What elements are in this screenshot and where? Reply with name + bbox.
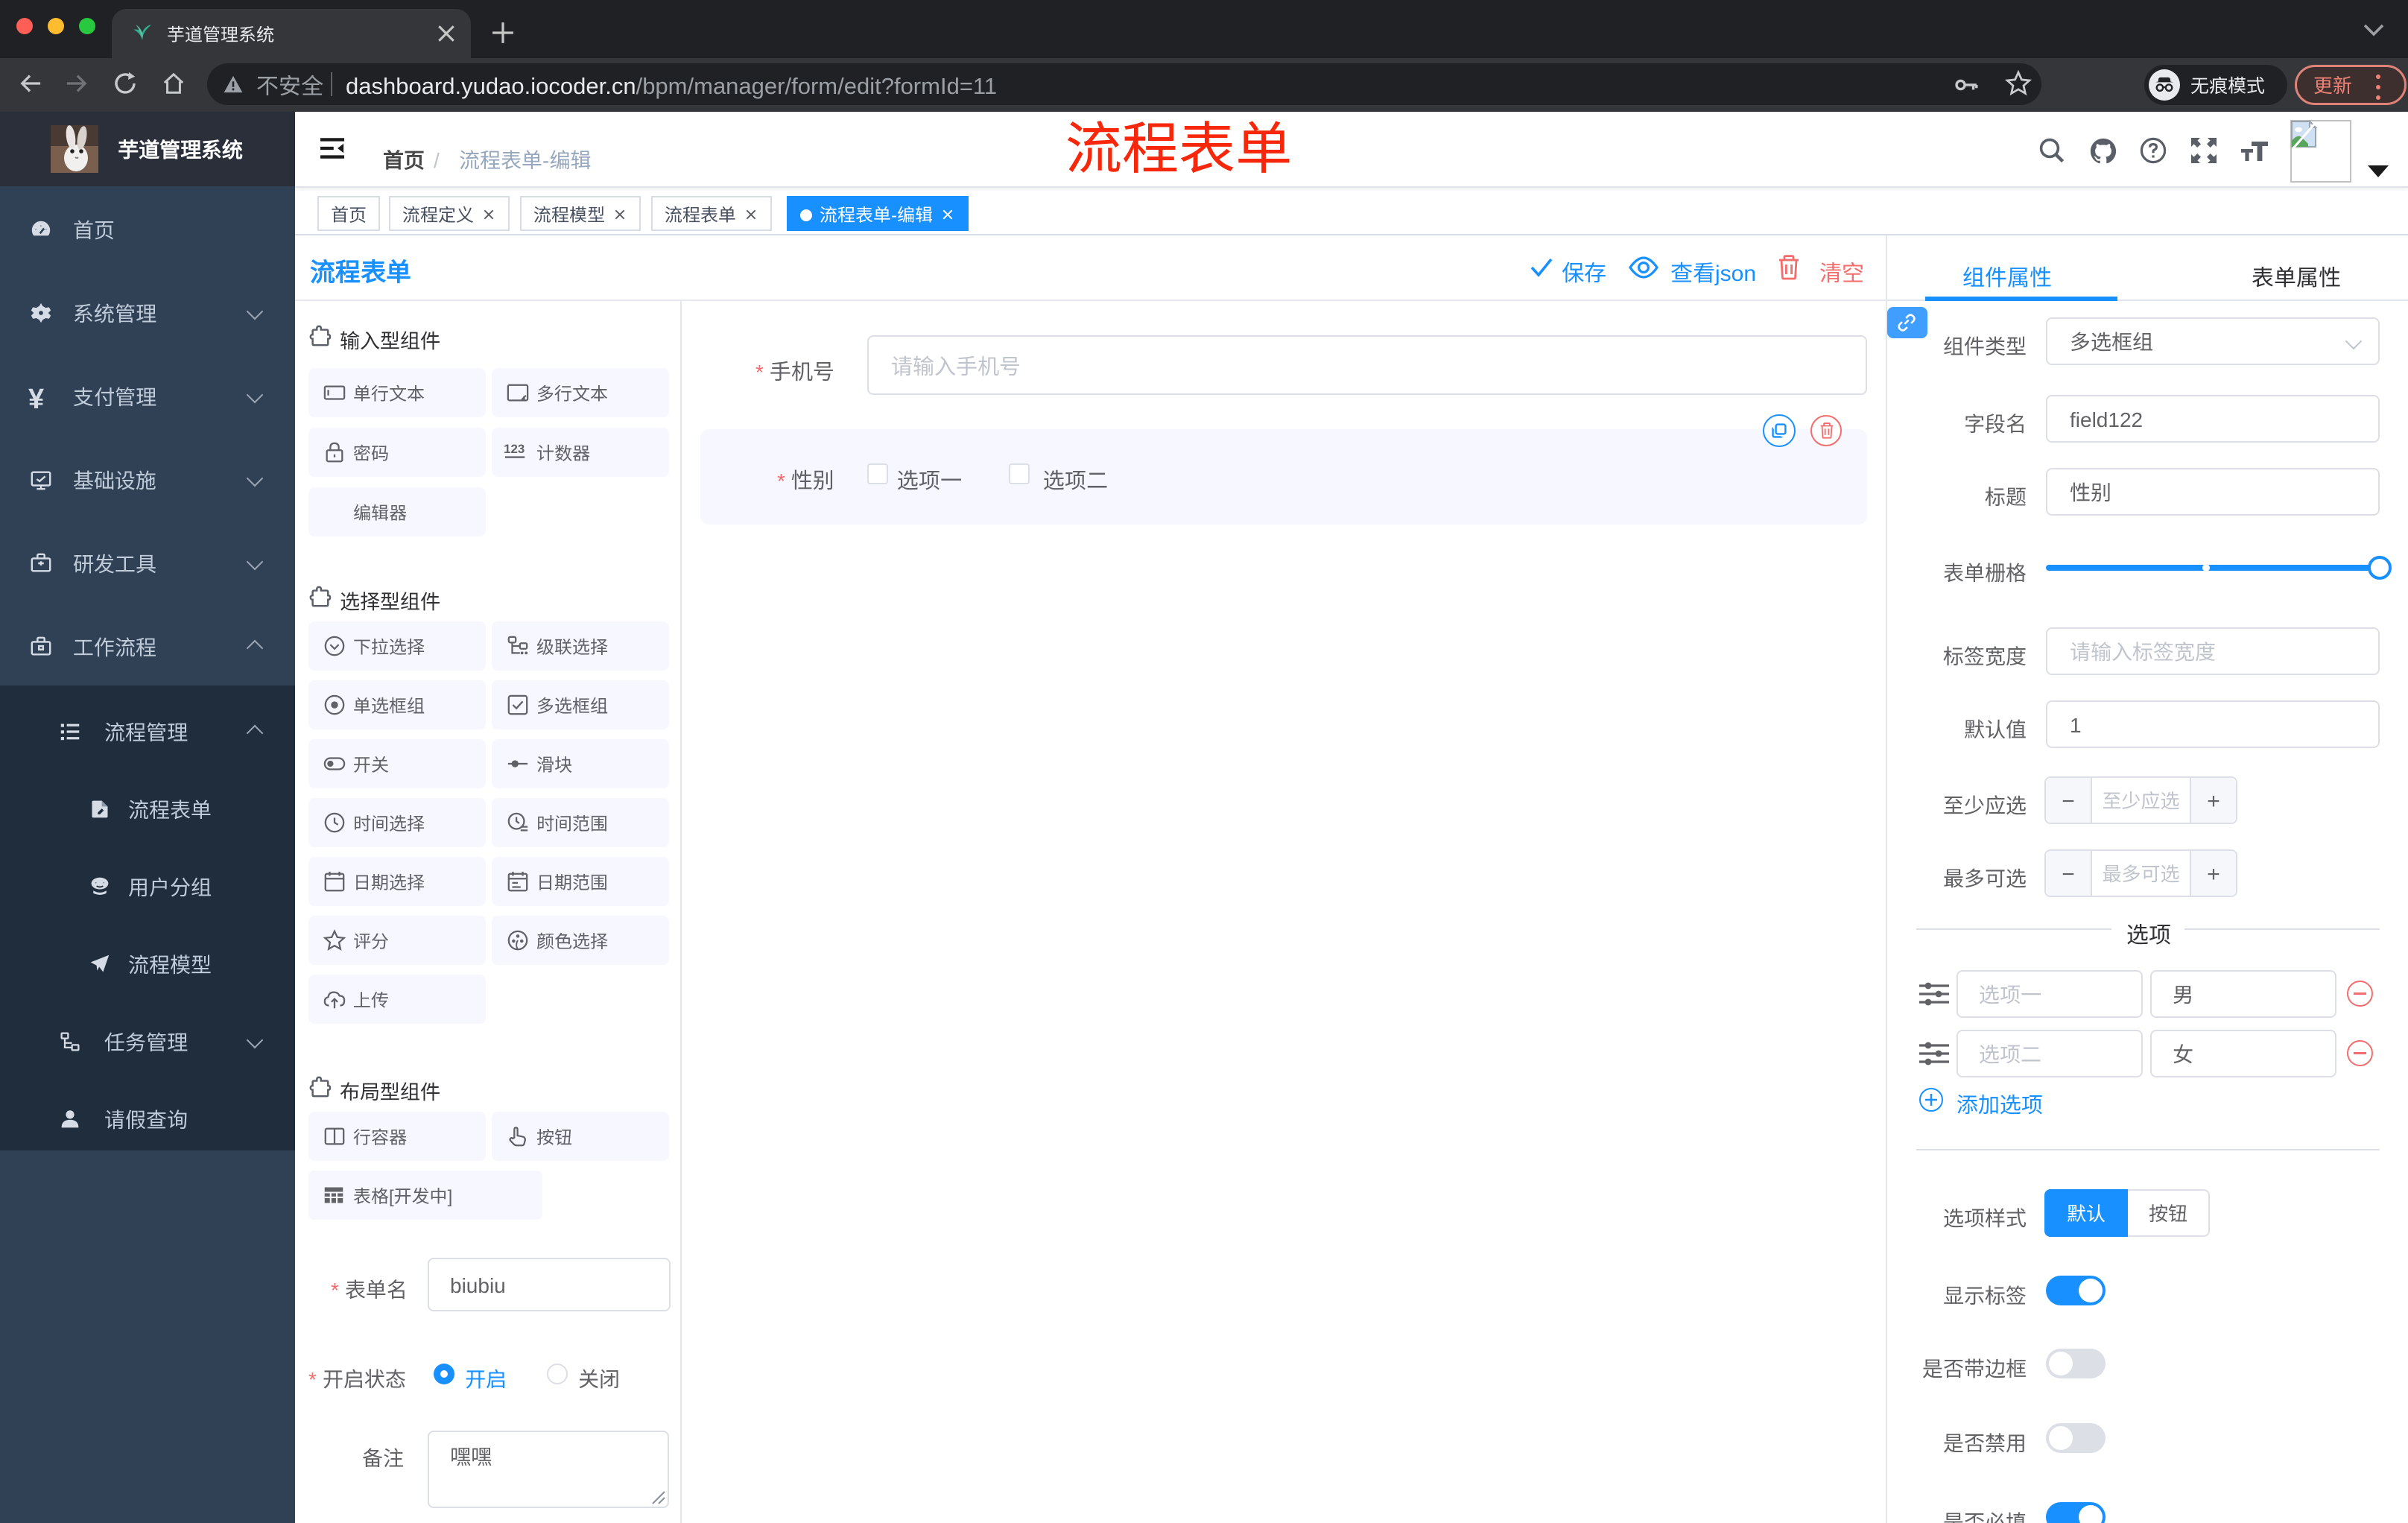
svg-text:123: 123 <box>504 438 525 457</box>
